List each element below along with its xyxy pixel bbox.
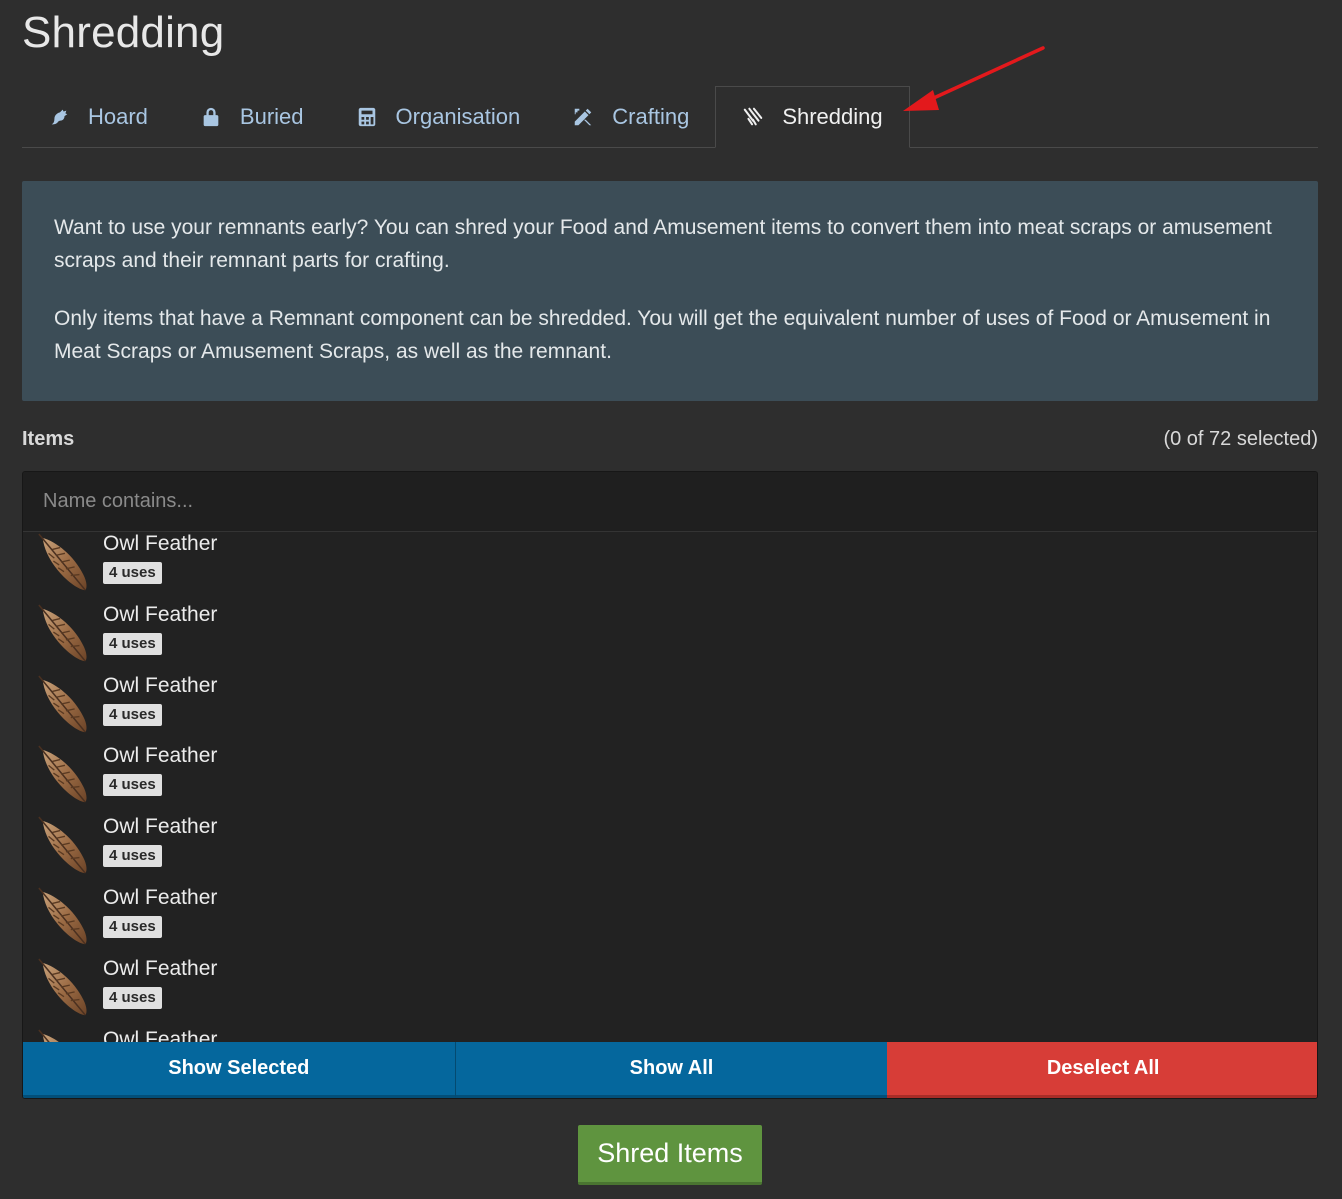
feather-icon (35, 815, 93, 877)
item-list[interactable]: Owl Feather 4 uses Owl Feather 4 uses Owl Fe… (23, 532, 1317, 1044)
tab-crafting-label: Crafting (612, 103, 690, 129)
claw-marks-icon (742, 106, 764, 128)
info-paragraph-2: Only items that have a Remnant component… (54, 307, 1271, 363)
annotation-arrow-icon (903, 46, 1045, 111)
item-name: Owl Feather (103, 532, 218, 555)
feather-icon (35, 957, 93, 1019)
tab-shredding[interactable]: Shredding (715, 86, 910, 148)
uses-badge: 4 uses (103, 986, 162, 1009)
info-panel: Want to use your remnants early? You can… (22, 181, 1318, 401)
item-name: Owl Feather (103, 815, 218, 839)
info-paragraph-1: Want to use your remnants early? You can… (54, 216, 1272, 272)
items-header: Items (0 of 72 selected) (22, 428, 1318, 451)
uses-badge: 4 uses (103, 774, 162, 797)
item-name: Owl Feather (103, 956, 218, 980)
items-heading: Items (22, 428, 75, 450)
item-name: Owl Feather (103, 602, 218, 626)
tab-hoard-label: Hoard (88, 103, 148, 129)
shredding-page: Shredding Hoard Buried Organisation Craf… (0, 0, 1342, 1199)
list-item[interactable]: Owl Feather 4 uses (23, 532, 1317, 603)
dragon-icon (48, 106, 70, 128)
item-name: Owl Feather (103, 673, 218, 697)
uses-badge: 4 uses (103, 703, 162, 726)
uses-badge: 4 uses (103, 632, 162, 655)
lock-icon (200, 106, 222, 128)
page-title: Shredding (22, 8, 225, 57)
uses-badge: 4 uses (103, 562, 162, 584)
item-picker: Owl Feather4 usesOwl Feather4 usesOwl Fe… (22, 471, 1318, 1099)
feather-icon (35, 744, 93, 806)
feather-icon (35, 603, 93, 665)
name-filter-input[interactable] (23, 472, 1317, 532)
list-item[interactable]: Owl Feather 4 uses (23, 957, 1317, 1028)
uses-badge: 4 uses (103, 845, 162, 868)
selected-count: (0 of 72 selected) (1163, 428, 1318, 450)
tab-organisation[interactable]: Organisation (330, 86, 547, 147)
pencil-ruler-icon (572, 106, 594, 128)
list-item[interactable]: Owl Feather 4 uses (23, 886, 1317, 957)
tab-organisation-label: Organisation (395, 103, 521, 129)
list-item[interactable]: Owl Feather 4 uses (23, 603, 1317, 674)
tab-bar: Hoard Buried Organisation Crafting Shred… (22, 86, 1318, 148)
tab-crafting[interactable]: Crafting (546, 86, 715, 147)
list-action-bar: Show Selected Show All Deselect All (23, 1042, 1317, 1098)
tab-buried-label: Buried (239, 103, 304, 129)
shred-items-button[interactable]: Shred Items (578, 1125, 762, 1185)
feather-icon (35, 674, 93, 736)
item-name: Owl Feather (103, 744, 218, 768)
item-name: Owl Feather (103, 885, 218, 909)
tab-hoard[interactable]: Hoard (22, 86, 174, 147)
list-item[interactable]: Owl Feather 4 uses (23, 815, 1317, 886)
deselect-all-button[interactable]: Deselect All (887, 1042, 1317, 1098)
calculator-icon (356, 106, 378, 128)
feather-icon (35, 886, 93, 948)
feather-icon (35, 532, 93, 594)
show-all-button[interactable]: Show All (454, 1042, 888, 1098)
list-item[interactable]: Owl Feather 4 uses (23, 674, 1317, 745)
show-selected-button[interactable]: Show Selected (23, 1042, 455, 1098)
tab-shredding-label: Shredding (782, 104, 883, 129)
tab-buried[interactable]: Buried (174, 86, 330, 147)
uses-badge: 4 uses (103, 915, 162, 938)
list-item[interactable]: Owl Feather 4 uses (23, 744, 1317, 815)
